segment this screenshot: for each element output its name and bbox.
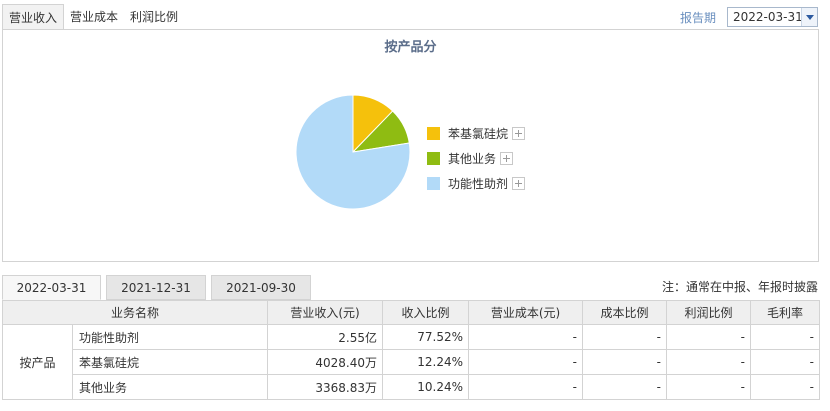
report-date-select[interactable]: 2022-03-31 [727, 7, 818, 27]
plus-icon[interactable] [512, 177, 526, 190]
chart-title: 按产品分 [384, 40, 437, 55]
tab-cost[interactable]: 营业成本 [64, 4, 124, 30]
report-date-value: 2022-03-31 [733, 10, 803, 24]
table-row: 按产品 功能性助剂 2.55亿 77.52% - - - - [2, 324, 821, 400]
legend-item[interactable]: 其他业务 [427, 146, 525, 171]
margin-cell: - [750, 324, 821, 350]
report-period-label: 报告期 [680, 11, 717, 25]
col-header-margin: 毛利率 [750, 300, 821, 325]
table-header-row: 业务名称 营业收入(元) 收入比例 营业成本(元) 成本比例 利润比例 毛利率 [1, 300, 821, 325]
disclosure-note: 注：通常在中报、年报时披露 [661, 280, 818, 294]
ratio-cell: 10.24% [382, 374, 470, 400]
profit-ratio-cell: - [666, 349, 752, 375]
period-tab[interactable]: 2022-03-31 [2, 275, 101, 300]
tab-revenue[interactable]: 营业收入 [2, 4, 65, 30]
ratio-cell: 77.52% [382, 324, 470, 350]
col-header-profit-ratio: 利润比例 [666, 300, 752, 325]
business-table: 业务名称 营业收入(元) 收入比例 营业成本(元) 成本比例 利润比例 毛利率 … [1, 300, 821, 400]
cost-ratio-cell: - [582, 324, 668, 350]
metric-tabs: 营业收入 营业成本 利润比例 [2, 4, 184, 30]
group-cell: 按产品 [2, 324, 73, 400]
chart-legend: 苯基氯硅烷 其他业务 功能性助剂 [427, 121, 526, 196]
period-tab[interactable]: 2021-12-31 [106, 275, 206, 300]
legend-swatch [427, 177, 440, 190]
cost-ratio-cell: - [582, 374, 668, 400]
revenue-cell: 3368.83万 [267, 374, 384, 400]
col-header-revenue: 营业收入(元) [267, 300, 384, 325]
legend-label: 其他业务 [448, 152, 497, 166]
legend-item[interactable]: 功能性助剂 [427, 171, 526, 196]
chevron-down-icon[interactable] [801, 8, 817, 26]
cost-ratio-cell: - [582, 349, 668, 375]
profit-ratio-cell: - [666, 324, 752, 350]
cost-cell: - [468, 374, 584, 400]
revenue-cell: 2.55亿 [267, 324, 384, 350]
revenue-cell: 4028.40万 [267, 349, 384, 375]
plus-icon[interactable] [512, 127, 526, 140]
legend-label: 苯基氯硅烷 [448, 127, 509, 141]
table-row: 其他业务 3368.83万 10.24% - - - - [3, 374, 821, 400]
col-header-name: 业务名称 [1, 300, 269, 325]
business-name-cell: 苯基氯硅烷 [71, 349, 269, 375]
cost-cell: - [468, 324, 584, 350]
margin-cell: - [750, 374, 821, 400]
business-name-cell: 其他业务 [71, 374, 269, 400]
table-row: 苯基氯硅烷 4028.40万 12.24% - - - - [3, 349, 821, 375]
col-header-cost-ratio: 成本比例 [582, 300, 668, 325]
business-name-cell: 功能性助剂 [71, 324, 269, 350]
ratio-cell: 12.24% [382, 349, 470, 375]
legend-label: 功能性助剂 [448, 177, 509, 191]
col-header-cost: 营业成本(元) [468, 300, 584, 325]
tab-profit-ratio[interactable]: 利润比例 [124, 4, 184, 30]
legend-swatch [427, 127, 440, 140]
chart-panel: 按产品分 苯基氯硅烷 其他业务 功能性助剂 [2, 29, 819, 262]
period-tab[interactable]: 2021-09-30 [211, 275, 311, 300]
pie-chart [295, 94, 411, 210]
period-tabs: 2022-03-31 2021-12-31 2021-09-30 [2, 275, 316, 300]
profit-ratio-cell: - [666, 374, 752, 400]
cost-cell: - [468, 349, 584, 375]
col-header-ratio: 收入比例 [382, 300, 470, 325]
legend-swatch [427, 152, 440, 165]
legend-item[interactable]: 苯基氯硅烷 [427, 121, 526, 146]
margin-cell: - [750, 349, 821, 375]
plus-icon[interactable] [500, 152, 514, 165]
